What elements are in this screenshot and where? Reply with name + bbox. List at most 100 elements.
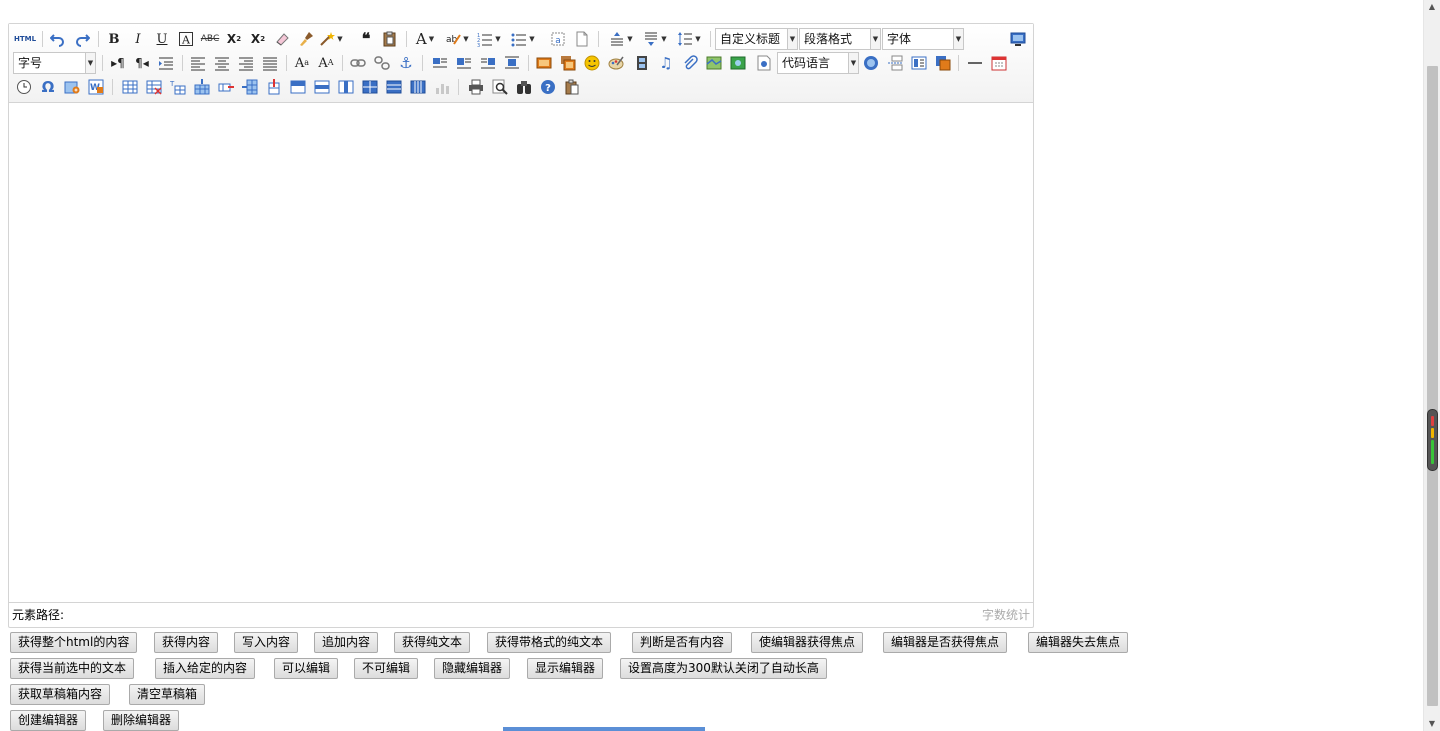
insert-frame-button[interactable] (754, 53, 774, 73)
image-none-button[interactable] (430, 53, 450, 73)
charts-button[interactable] (432, 77, 452, 97)
simple-upload-button[interactable] (534, 53, 554, 73)
google-map-button[interactable] (728, 53, 748, 73)
insert-col-button[interactable] (240, 77, 260, 97)
word-image-button[interactable]: W (86, 77, 106, 97)
omega-special-char-icon[interactable]: Ω (38, 77, 58, 97)
font-border-button[interactable]: A (176, 29, 196, 49)
split-to-cols-button[interactable] (408, 77, 428, 97)
insert-image-button[interactable] (558, 53, 578, 73)
clear-doc-button[interactable] (572, 29, 592, 49)
scroll-up-icon[interactable]: ▲ (1424, 0, 1440, 14)
fullscreen-button[interactable] (1008, 29, 1028, 49)
create-editor-button[interactable]: 创建编辑器 (10, 710, 87, 731)
strikethrough-icon[interactable]: ABC (200, 29, 220, 49)
rtl-direction-icon[interactable]: ¶◂ (132, 53, 152, 73)
page-scrollbar[interactable]: ▲ ▼ (1423, 0, 1440, 731)
auto-typeset-button[interactable]: ▼ (318, 29, 344, 49)
insert-snippet-button[interactable] (62, 77, 82, 97)
clear-draft-button[interactable]: 清空草稿箱 (129, 684, 206, 705)
insert-given-content-button[interactable]: 插入给定的内容 (155, 658, 256, 679)
chevron-down-icon[interactable]: ▼ (787, 29, 797, 49)
html-source-button[interactable]: HTML (14, 29, 36, 49)
indent-button[interactable] (156, 53, 176, 73)
underline-icon[interactable]: U (152, 29, 172, 49)
get-formatted-plain-text-button[interactable]: 获得带格式的纯文本 (487, 632, 612, 653)
lowercase-icon[interactable]: Aa (292, 53, 312, 73)
page-break-button[interactable] (885, 53, 905, 73)
forecolor-button[interactable]: A ▼ (412, 29, 438, 49)
emotion-button[interactable] (582, 53, 602, 73)
print-button[interactable] (466, 77, 486, 97)
code-language-select[interactable]: 代码语言 ▼ (777, 52, 859, 74)
line-height-button[interactable]: ▼ (676, 29, 702, 49)
show-editor-button[interactable]: 显示编辑器 (527, 658, 604, 679)
unlink-button[interactable] (372, 53, 392, 73)
merge-down-button[interactable] (336, 77, 356, 97)
get-selected-text-button[interactable]: 获得当前选中的文本 (10, 658, 135, 679)
paste-plain-button[interactable] (380, 29, 400, 49)
set-content-button[interactable]: 写入内容 (234, 632, 299, 653)
split-to-rows-button[interactable] (384, 77, 404, 97)
unordered-list-button[interactable]: ▼ (510, 29, 536, 49)
set-height-button[interactable]: 设置高度为300默认关闭了自动长高 (620, 658, 827, 679)
is-focus-button[interactable]: 编辑器是否获得焦点 (883, 632, 1008, 653)
paragraph-format-select[interactable]: 段落格式 ▼ (799, 28, 881, 50)
get-content-button[interactable]: 获得内容 (154, 632, 219, 653)
insert-time-button[interactable] (14, 77, 34, 97)
get-draft-button[interactable]: 获取草稿箱内容 (10, 684, 111, 705)
map-button[interactable] (704, 53, 724, 73)
image-right-button[interactable] (478, 53, 498, 73)
help-button[interactable]: ? (538, 77, 558, 97)
undo-button[interactable] (48, 29, 68, 49)
delete-editor-button[interactable]: 删除编辑器 (103, 710, 180, 731)
webapp-button[interactable] (861, 53, 881, 73)
uppercase-icon[interactable]: AA (316, 53, 336, 73)
append-content-button[interactable]: 追加内容 (314, 632, 379, 653)
insert-paragraph-before-table-button[interactable]: T (168, 77, 188, 97)
search-replace-button[interactable] (514, 77, 534, 97)
merge-cells-button[interactable] (288, 77, 308, 97)
redo-button[interactable] (72, 29, 92, 49)
merge-right-button[interactable] (312, 77, 332, 97)
attachment-button[interactable] (680, 53, 700, 73)
backcolor-button[interactable]: ab ▼ (444, 29, 470, 49)
insert-table-button[interactable] (120, 77, 140, 97)
get-all-html-button[interactable]: 获得整个html的内容 (10, 632, 138, 653)
drafts-button[interactable] (562, 77, 582, 97)
chevron-down-icon[interactable]: ▼ (848, 53, 858, 73)
delete-table-button[interactable] (144, 77, 164, 97)
split-to-cells-button[interactable] (360, 77, 380, 97)
align-justify-button[interactable] (260, 53, 280, 73)
scroll-down-icon[interactable]: ▼ (1424, 717, 1440, 731)
superscript-icon[interactable]: X2 (224, 29, 244, 49)
row-spacing-top-button[interactable]: ▼ (608, 29, 634, 49)
link-button[interactable] (348, 53, 368, 73)
chevron-down-icon[interactable]: ▼ (870, 29, 880, 49)
ordered-list-button[interactable]: 1 2 3 ▼ (476, 29, 502, 49)
insert-video-button[interactable] (632, 53, 652, 73)
align-right-button[interactable] (236, 53, 256, 73)
custom-heading-select[interactable]: 自定义标题 ▼ (715, 28, 798, 50)
set-disabled-button[interactable]: 不可编辑 (354, 658, 419, 679)
blockquote-icon[interactable]: ❝ (356, 29, 376, 49)
has-content-button[interactable]: 判断是否有内容 (632, 632, 733, 653)
row-spacing-bottom-button[interactable]: ▼ (642, 29, 668, 49)
align-left-button[interactable] (188, 53, 208, 73)
anchor-icon[interactable]: ⚓ (396, 53, 416, 73)
music-icon[interactable]: ♫ (656, 53, 676, 73)
scrawl-button[interactable] (606, 53, 626, 73)
get-plain-text-button[interactable]: 获得纯文本 (394, 632, 471, 653)
background-button[interactable] (933, 53, 953, 73)
hide-editor-button[interactable]: 隐藏编辑器 (434, 658, 511, 679)
set-focus-button[interactable]: 使编辑器获得焦点 (751, 632, 864, 653)
font-family-select[interactable]: 字体 ▼ (882, 28, 964, 50)
set-blur-button[interactable]: 编辑器失去焦点 (1028, 632, 1129, 653)
image-center-button[interactable] (502, 53, 522, 73)
insert-row-button[interactable] (192, 77, 212, 97)
remove-format-button[interactable] (272, 29, 292, 49)
set-enabled-button[interactable]: 可以编辑 (274, 658, 339, 679)
side-meter-widget[interactable] (1427, 409, 1438, 471)
image-left-button[interactable] (454, 53, 474, 73)
delete-row-button[interactable] (216, 77, 236, 97)
